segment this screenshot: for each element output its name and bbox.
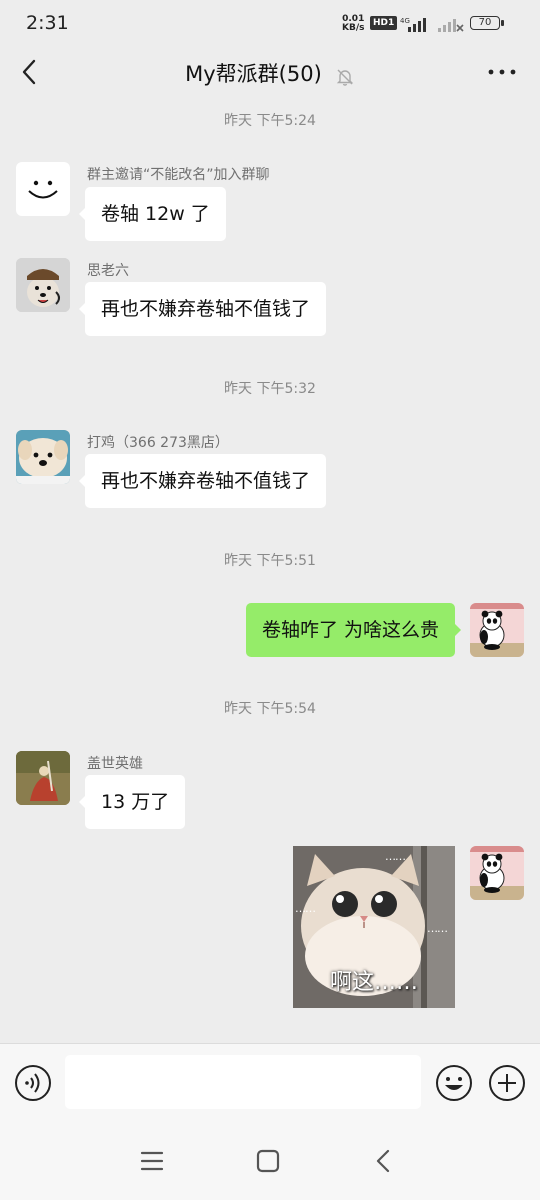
sender-name: 打鸡（366 273黑店）	[87, 435, 229, 451]
hd-badge: HD1	[370, 16, 398, 30]
back-icon[interactable]	[366, 1143, 402, 1179]
chat-title: My帮派群(50)	[185, 62, 322, 86]
emoji-icon[interactable]	[435, 1064, 473, 1102]
message-bubble-outgoing[interactable]: 卷轴咋了 为啥这么贵	[245, 603, 462, 657]
network-speed: 0.01 KB/s	[342, 15, 364, 33]
message-bubble[interactable]: 再也不嫌弃卷轴不值钱了	[78, 454, 327, 508]
panda-cartoon-icon	[470, 846, 524, 900]
message-bubble[interactable]: 卷轴 12w 了	[79, 187, 226, 241]
signal-nosim-icon	[438, 19, 464, 32]
title-area: My帮派群(50)	[0, 58, 540, 88]
sticker-caption: 啊这……	[329, 970, 418, 995]
home-icon[interactable]	[250, 1143, 286, 1179]
voice-icon[interactable]	[14, 1064, 52, 1102]
battery-icon: 70	[470, 16, 504, 30]
smiley-face-icon	[28, 180, 58, 199]
sender-name: 群主邀请“不能改名”加入群聊	[87, 167, 270, 183]
menu-icon[interactable]	[134, 1143, 170, 1179]
timestamp: 昨天 下午5:32	[224, 381, 316, 397]
avatar-puppy[interactable]	[16, 430, 70, 484]
fluffy-puppy-icon	[16, 430, 70, 484]
status-time: 2:31	[26, 12, 69, 34]
sticker-image[interactable]: …… …… …… 啊这……	[293, 846, 455, 1008]
dog-with-headset-icon	[16, 258, 70, 312]
avatar-self[interactable]	[470, 603, 524, 657]
mute-bell-icon	[336, 69, 354, 86]
message-bubble[interactable]: 再也不嫌弃卷轴不值钱了	[78, 282, 327, 336]
timestamp: 昨天 下午5:54	[224, 701, 316, 717]
avatar-self[interactable]	[470, 846, 524, 900]
avatar-dog[interactable]	[16, 258, 70, 312]
avatar-smiley[interactable]	[16, 162, 70, 216]
input-bar	[0, 1043, 540, 1123]
network-speed-unit: KB/s	[342, 23, 365, 33]
sender-name: 思老六	[87, 263, 129, 279]
more-dots-icon[interactable]	[486, 62, 518, 82]
chat-header: My帮派群(50)	[0, 46, 540, 100]
sticker-dots: ……	[385, 850, 406, 863]
avatar-painting[interactable]	[16, 751, 70, 805]
message-bubble[interactable]: 13 万了	[78, 775, 186, 829]
sticker-dots: ……	[295, 902, 316, 915]
timestamp: 昨天 下午5:51	[224, 553, 316, 569]
sender-name: 盖世英雄	[87, 756, 143, 772]
status-bar: 2:31 0.01 KB/s HD1 4G 70	[0, 0, 540, 46]
painting-figure-icon	[16, 751, 70, 805]
panda-cartoon-icon	[470, 603, 524, 657]
network-type-label: 4G	[400, 17, 410, 25]
signal-4g-icon: 4G	[400, 17, 426, 32]
sticker-dots: ……	[427, 922, 448, 935]
timestamp: 昨天 下午5:24	[224, 113, 316, 129]
message-input[interactable]	[65, 1055, 421, 1109]
system-nav-bar	[0, 1123, 540, 1200]
plus-icon[interactable]	[488, 1064, 526, 1102]
